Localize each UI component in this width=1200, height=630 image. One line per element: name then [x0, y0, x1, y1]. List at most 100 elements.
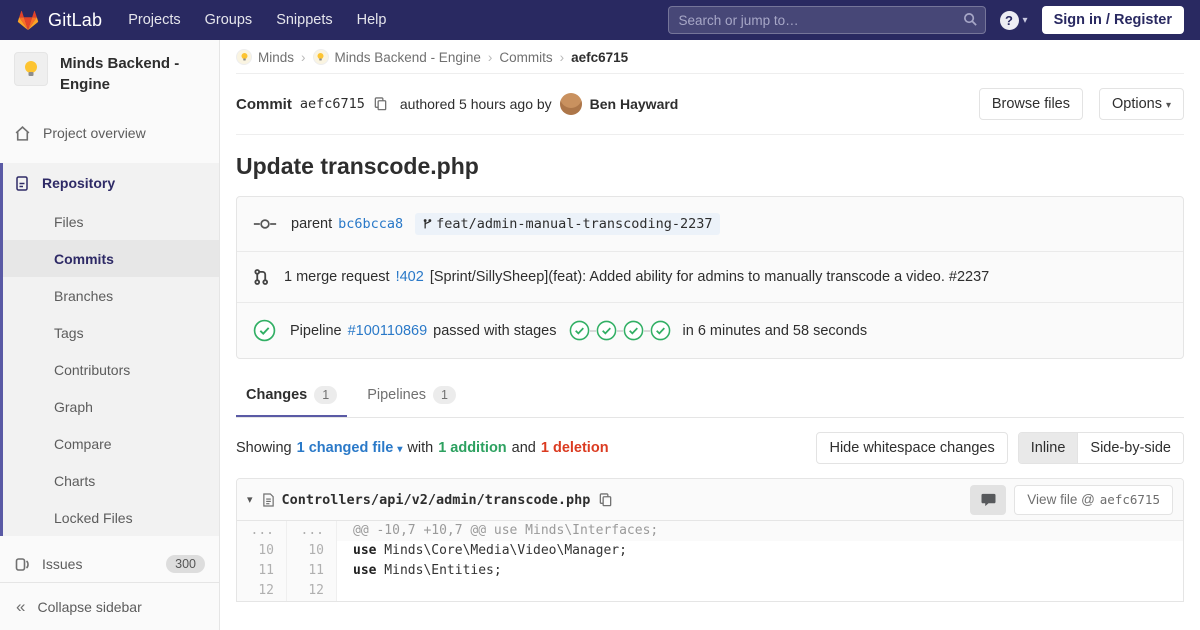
- view-file-label: View file @: [1027, 492, 1095, 507]
- sidebar-item-project-overview[interactable]: Project overview: [0, 113, 219, 153]
- chevron-down-icon: ▾: [1022, 14, 1028, 26]
- pipeline-status-text: passed with stages: [433, 322, 557, 339]
- showing-label: Showing: [236, 440, 292, 456]
- commit-info-box: parent bc6bcca8 feat/admin-manual-transc…: [236, 196, 1184, 359]
- new-line-number[interactable]: 12: [287, 581, 337, 601]
- pipeline-status-icon: [253, 319, 276, 342]
- diff-file-header: ▾ Controllers/api/v2/admin/transcode.php: [237, 479, 1183, 521]
- breadcrumb-project[interactable]: Minds Backend - Engine: [312, 49, 481, 65]
- author-name[interactable]: Ben Hayward: [590, 96, 679, 112]
- collapse-icon: «: [16, 596, 26, 616]
- sign-in-button[interactable]: Sign in / Register: [1041, 6, 1184, 34]
- parent-row: parent bc6bcca8 feat/admin-manual-transc…: [237, 197, 1183, 252]
- tab-label: Pipelines: [367, 387, 427, 403]
- sidebar-item-graph[interactable]: Graph: [3, 388, 219, 425]
- global-search: [667, 6, 986, 34]
- sidebar: Minds Backend - Engine Project overview …: [0, 40, 220, 630]
- diff-file-path[interactable]: Controllers/api/v2/admin/transcode.php: [282, 492, 591, 508]
- copy-icon[interactable]: [373, 96, 388, 112]
- sidebar-item-tags[interactable]: Tags: [3, 314, 219, 351]
- mr-link[interactable]: !402: [396, 269, 424, 285]
- search-icon[interactable]: [963, 12, 978, 30]
- sidebar-item-commits[interactable]: Commits: [3, 240, 219, 277]
- hide-whitespace-button[interactable]: Hide whitespace changes: [816, 432, 1008, 464]
- pipeline-stages: [569, 320, 671, 341]
- breadcrumb-commits[interactable]: Commits: [499, 50, 552, 65]
- help-icon: ?: [999, 10, 1019, 30]
- nav-item-groups[interactable]: Groups: [205, 12, 253, 28]
- group-avatar: [236, 49, 252, 65]
- project-title[interactable]: Minds Backend - Engine: [60, 52, 205, 95]
- code-keyword: use: [353, 543, 377, 558]
- sidebar-item-locked-files[interactable]: Locked Files: [3, 499, 219, 536]
- diff-line-row: 11 11 use Minds\Entities;: [237, 561, 1183, 581]
- breadcrumb-minds[interactable]: Minds: [236, 49, 294, 65]
- code-keyword: use: [353, 563, 377, 578]
- commit-label: Commit: [236, 95, 292, 113]
- sidebar-item-label: Repository: [42, 175, 116, 191]
- sidebar-item-files[interactable]: Files: [3, 203, 219, 240]
- stage-passed-icon[interactable]: [596, 320, 617, 341]
- author-avatar[interactable]: [559, 93, 582, 115]
- diff-line-row: 12 12: [237, 581, 1183, 601]
- browse-files-button[interactable]: Browse files: [978, 88, 1083, 120]
- breadcrumb-label: aefc6715: [571, 49, 629, 65]
- sidebar-item-label: Project overview: [43, 125, 146, 141]
- copy-path-icon[interactable]: [598, 492, 613, 508]
- issues-count-badge: 300: [166, 555, 205, 573]
- home-icon: [14, 125, 31, 142]
- old-line-number[interactable]: 12: [237, 581, 287, 601]
- collapse-diff-icon[interactable]: ▾: [247, 493, 253, 506]
- sidebar-item-compare[interactable]: Compare: [3, 425, 219, 462]
- old-line-number: ...: [237, 521, 287, 541]
- breadcrumb-current-sha: aefc6715: [571, 50, 628, 65]
- search-input[interactable]: [667, 6, 986, 34]
- pipeline-id-link[interactable]: #100110869: [348, 323, 428, 339]
- changed-files-dropdown[interactable]: 1 changed file ▾: [297, 440, 403, 456]
- sidebar-item-branches[interactable]: Branches: [3, 277, 219, 314]
- old-line-number[interactable]: 11: [237, 561, 287, 581]
- nav-item-help[interactable]: Help: [357, 12, 387, 28]
- sidebar-item-contributors[interactable]: Contributors: [3, 351, 219, 388]
- tab-changes[interactable]: Changes 1: [236, 375, 348, 417]
- sidebar-item-issues[interactable]: Issues 300: [0, 544, 219, 584]
- comment-button[interactable]: [970, 484, 1007, 515]
- commit-sha: aefc6715: [299, 96, 365, 112]
- merge-request-icon: [253, 268, 270, 286]
- help-menu[interactable]: ? ▾: [999, 10, 1028, 30]
- issues-icon: [14, 556, 30, 573]
- gitlab-logo[interactable]: GitLab: [16, 9, 102, 32]
- code-line: use Minds\Core\Media\Video\Manager;: [337, 541, 627, 561]
- new-line-number[interactable]: 11: [287, 561, 337, 581]
- merge-request-row: 1 merge request !402 [Sprint/SillySheep]…: [237, 252, 1183, 303]
- new-line-number[interactable]: 10: [287, 541, 337, 561]
- mr-count-text: 1 merge request: [284, 269, 390, 285]
- breadcrumb-separator: ›: [559, 49, 565, 65]
- old-line-number[interactable]: 10: [237, 541, 287, 561]
- inline-view-button[interactable]: Inline: [1018, 433, 1078, 463]
- parent-sha-link[interactable]: bc6bcca8: [338, 216, 403, 232]
- sidebar-item-charts[interactable]: Charts: [3, 462, 219, 499]
- branch-badge[interactable]: feat/admin-manual-transcoding-2237: [415, 213, 720, 235]
- nav-item-projects[interactable]: Projects: [128, 12, 180, 28]
- sidebar-item-repository[interactable]: Repository: [3, 163, 219, 203]
- gitlab-tanuki-icon: [16, 9, 40, 32]
- file-icon: [262, 492, 275, 508]
- stage-passed-icon[interactable]: [569, 320, 590, 341]
- project-header[interactable]: Minds Backend - Engine: [0, 40, 219, 105]
- nav-item-snippets[interactable]: Snippets: [276, 12, 332, 28]
- authored-text: authored 5 hours ago by: [399, 96, 552, 112]
- collapse-label: Collapse sidebar: [37, 598, 142, 615]
- side-by-side-view-button[interactable]: Side-by-side: [1077, 433, 1183, 463]
- pipeline-label: Pipeline: [290, 322, 342, 339]
- parent-label: parent: [291, 216, 333, 232]
- stage-passed-icon[interactable]: [650, 320, 671, 341]
- options-button[interactable]: Options ▾: [1098, 88, 1184, 120]
- collapse-sidebar-button[interactable]: « Collapse sidebar: [0, 582, 219, 630]
- changes-count-badge: 1: [314, 386, 338, 404]
- stage-passed-icon[interactable]: [623, 320, 644, 341]
- view-file-button[interactable]: View file @ aefc6715: [1014, 484, 1173, 515]
- diff-view-toggle: Inline Side-by-side: [1017, 432, 1184, 464]
- brand-name[interactable]: GitLab: [48, 10, 102, 31]
- tab-pipelines[interactable]: Pipelines 1: [357, 375, 466, 417]
